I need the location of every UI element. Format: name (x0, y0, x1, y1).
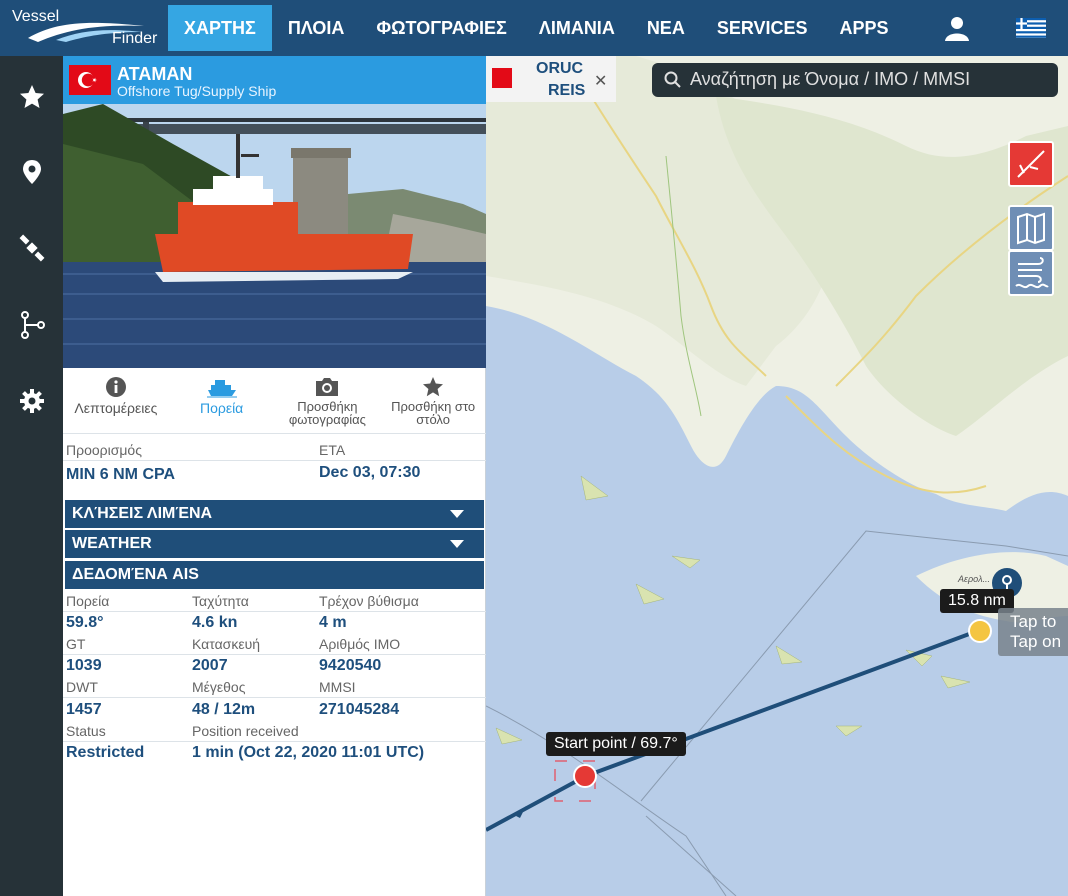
tap-hint-tooltip: Tap to Tap on (998, 608, 1068, 656)
start-point-label: Start point / 69.7° (546, 732, 686, 756)
divider (63, 697, 486, 698)
status-value: Restricted (66, 744, 145, 761)
destination-value: MIN 6 NM CPA (66, 466, 176, 483)
map-place-label: Αερολ... (958, 574, 991, 584)
info-icon (105, 377, 126, 397)
ship-header: ATAMAN Offshore Tug/Supply Ship (63, 56, 486, 104)
destination-label: Προορισμός (66, 442, 142, 458)
nav-right (942, 0, 1068, 56)
weather-section[interactable]: WEATHER (65, 530, 484, 558)
chevron-down-icon (450, 510, 464, 518)
favorites-star-icon[interactable] (17, 82, 47, 112)
speed-label: Ταχύτητα (192, 593, 249, 609)
size-value: 48 / 12m (192, 701, 256, 718)
star-icon (423, 377, 444, 397)
nav-ships[interactable]: ΠΛΟΙΑ (272, 0, 361, 56)
add-photo-action[interactable]: Προσθήκη φωτογραφίας (275, 368, 381, 436)
ship-actions: Λεπτομέρειες Πορεία Προσθήκη φωτογραφίας… (63, 368, 486, 436)
nav-photos[interactable]: ΦΩΤΟΓΡΑΦΙΕΣ (360, 0, 522, 56)
ship-photo[interactable] (63, 104, 486, 368)
add-fleet-label: Προσθήκη στο στόλο (391, 399, 476, 427)
search-icon (664, 71, 681, 88)
draught-value: 4 m (319, 614, 347, 631)
greek-flag-icon[interactable] (1016, 18, 1046, 38)
details-action[interactable]: Λεπτομέρειες (63, 368, 169, 436)
main-nav: ΧΑΡΤΗΣ ΠΛΟΙΑ ΦΩΤΟΓΡΑΦΙΕΣ ΛΙΜΑΝΙΑ ΝΕΑ SER… (168, 0, 905, 56)
port-calls-section[interactable]: ΚΛΉΣΕΙΣ ΛΙΜΈΝΑ (65, 500, 484, 528)
top-bar: Vessel Finder ΧΑΡΤΗΣ ΠΛΟΙΑ ΦΩΤΟΓΡΑΦΙΕΣ Λ… (0, 0, 1068, 56)
search-placeholder: Αναζήτηση με Όνομα / IMO / MMSI (690, 69, 971, 89)
turkey-flag-icon (69, 65, 111, 95)
size-label: Μέγεθος (192, 679, 246, 695)
built-label: Κατασκευή (192, 636, 261, 652)
settings-gear-icon[interactable] (17, 386, 47, 416)
search-box[interactable]: Αναζήτηση με Όνομα / IMO / MMSI (652, 63, 1058, 97)
left-sidebar (0, 56, 63, 896)
status-label: Status (66, 723, 106, 739)
dwt-value: 1457 (66, 701, 102, 718)
close-icon[interactable]: ✕ (594, 71, 607, 91)
position-received-value: 1 min (Oct 22, 2020 11:01 UTC) (192, 744, 425, 761)
divider (63, 460, 486, 461)
vesselfinder-logo[interactable]: Vessel Finder (8, 4, 163, 50)
map-icon (1017, 212, 1045, 245)
divider (63, 654, 486, 655)
logo-text-finder: Finder (112, 30, 158, 47)
route-action[interactable]: Πορεία (169, 368, 275, 436)
ship-route-icon (206, 380, 237, 398)
chevron-down-icon (450, 540, 464, 548)
weather-title: WEATHER (72, 535, 152, 552)
course-value: 59.8° (66, 614, 104, 631)
map-layers-button[interactable] (1008, 205, 1054, 251)
divider (63, 433, 486, 434)
eta-label: ETA (319, 442, 346, 458)
mmsi-label: MMSI (319, 679, 356, 695)
gt-label: GT (66, 636, 86, 652)
weather-layer-button[interactable] (1008, 250, 1054, 296)
satellite-icon[interactable] (17, 233, 47, 263)
tab-ship-name-1: ORUC (536, 60, 584, 77)
eta-value: Dec 03, 07:30 (319, 464, 421, 481)
route-tool-icon[interactable] (17, 310, 47, 340)
mmsi-value: 271045284 (319, 701, 400, 718)
nav-services[interactable]: SERVICES (701, 0, 824, 56)
route-label: Πορεία (199, 400, 244, 416)
measure-tool-button[interactable] (1008, 141, 1054, 187)
wind-waves-icon (1015, 257, 1049, 289)
draught-label: Τρέχον βύθισμα (319, 593, 419, 609)
camera-icon (316, 378, 339, 396)
ship-type: Offshore Tug/Supply Ship (117, 83, 277, 99)
ais-title: ΔΕΔΟΜΈΝΑ AIS (72, 566, 199, 583)
add-photo-label: Προσθήκη φωτογραφίας (288, 399, 366, 427)
nav-ports[interactable]: ΛΙΜΑΝΙΑ (523, 0, 631, 56)
divider (63, 741, 486, 742)
dwt-label: DWT (66, 679, 98, 695)
ais-section[interactable]: ΔΕΔΟΜΈΝΑ AIS (65, 561, 484, 589)
map-ship-tab[interactable]: ORUC REIS ✕ (486, 56, 616, 102)
add-fleet-action[interactable]: Προσθήκη στο στόλο (380, 368, 486, 436)
imo-label: Αριθμός IMO (319, 636, 401, 652)
tap-hint-line1: Tap to (1010, 612, 1057, 631)
turkey-flag-small-icon (492, 68, 512, 88)
tap-hint-line2: Tap on (1010, 632, 1062, 651)
nav-map[interactable]: ΧΑΡΤΗΣ (168, 5, 272, 51)
compass-ruler-icon (1017, 150, 1045, 178)
speed-value: 4.6 kn (192, 614, 238, 631)
map-canvas[interactable] (486, 56, 1068, 896)
course-label: Πορεία (66, 593, 110, 609)
port-calls-title: ΚΛΉΣΕΙΣ ΛΙΜΈΝΑ (72, 505, 213, 522)
details-label: Λεπτομέρειες (74, 400, 158, 416)
gt-value: 1039 (66, 657, 102, 674)
nav-news[interactable]: ΝΕΑ (631, 0, 701, 56)
ship-name: ATAMAN (117, 64, 193, 84)
divider (63, 611, 486, 612)
nav-apps[interactable]: APPS (824, 0, 905, 56)
tab-ship-name-2: REIS (548, 82, 586, 99)
user-icon[interactable] (942, 13, 972, 43)
built-value: 2007 (192, 657, 228, 674)
position-received-label: Position received (192, 723, 299, 739)
location-pin-icon[interactable] (17, 157, 47, 187)
imo-value: 9420540 (319, 657, 382, 674)
ship-info-panel: ATAMAN Offshore Tug/Supply Ship Λεπτομέρ… (63, 56, 486, 896)
